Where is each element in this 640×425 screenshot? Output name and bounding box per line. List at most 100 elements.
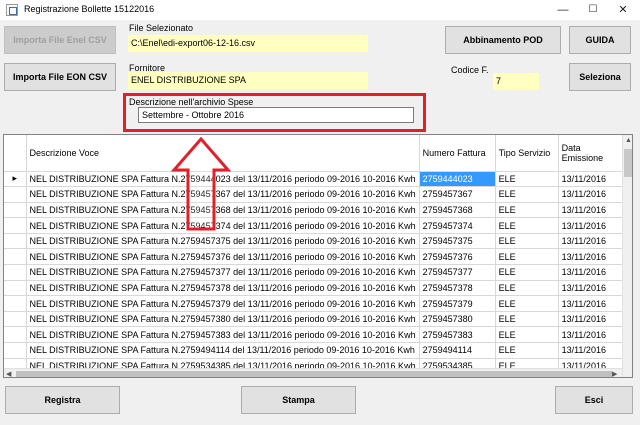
cell-data-emissione[interactable]: 13/11/2016	[558, 295, 625, 312]
cell-descrizione[interactable]: NEL DISTRIBUZIONE SPA Fattura N.27594440…	[26, 171, 420, 188]
cell-numero-fattura[interactable]: 2759457377	[419, 264, 496, 281]
guida-button[interactable]: GUIDA	[569, 26, 631, 54]
cell-tipo-servizio[interactable]: ELE	[495, 233, 559, 250]
row-header-cell[interactable]	[4, 311, 27, 328]
row-header-cell[interactable]	[4, 186, 27, 203]
table-row[interactable]: NEL DISTRIBUZIONE SPA Fattura N.27594573…	[4, 311, 625, 328]
row-header-cell[interactable]	[4, 248, 27, 266]
cell-descrizione[interactable]: NEL DISTRIBUZIONE SPA Fattura N.27594573…	[26, 295, 420, 312]
table-row[interactable]: NEL DISTRIBUZIONE SPA Fattura N.27594573…	[4, 217, 625, 234]
cell-tipo-servizio[interactable]: ELE	[495, 202, 559, 219]
import-enel-csv-button[interactable]: Importa File Enel CSV	[4, 26, 116, 54]
seleziona-button[interactable]: Seleziona	[569, 63, 631, 91]
cell-descrizione[interactable]: NEL DISTRIBUZIONE SPA Fattura N.27594573…	[26, 186, 420, 203]
table-row[interactable]: ▸ NEL DISTRIBUZIONE SPA Fattura N.2759444…	[4, 171, 625, 188]
abbinamento-pod-button[interactable]: Abbinamento POD	[445, 26, 561, 54]
table-row[interactable]: NEL DISTRIBUZIONE SPA Fattura N.27594573…	[4, 248, 625, 266]
cell-numero-fattura[interactable]: 2759457367	[419, 186, 496, 203]
maximize-button[interactable]: ☐	[578, 0, 608, 20]
cell-data-emissione[interactable]: 13/11/2016	[558, 264, 625, 281]
cell-data-emissione[interactable]: 13/11/2016	[558, 311, 625, 328]
cell-numero-fattura[interactable]: 2759457368	[419, 202, 496, 219]
cell-tipo-servizio[interactable]: ELE	[495, 186, 559, 203]
close-button[interactable]: ✕	[608, 0, 638, 20]
cell-data-emissione[interactable]: 13/11/2016	[558, 233, 625, 250]
cell-descrizione[interactable]: NEL DISTRIBUZIONE SPA Fattura N.27594573…	[26, 326, 420, 344]
codice-label: Codice F.	[451, 65, 489, 75]
row-header-cell[interactable]	[4, 342, 27, 359]
cell-descrizione[interactable]: NEL DISTRIBUZIONE SPA Fattura N.27594573…	[26, 233, 420, 250]
cell-numero-fattura[interactable]: 2759457375	[419, 233, 496, 250]
table-row[interactable]: NEL DISTRIBUZIONE SPA Fattura N.27594573…	[4, 202, 625, 219]
minimize-button[interactable]: —	[548, 0, 578, 20]
row-header-cell[interactable]	[4, 217, 27, 234]
vertical-scroll-thumb[interactable]	[624, 149, 632, 177]
cell-numero-fattura[interactable]: 2759457380	[419, 311, 496, 328]
cell-numero-fattura[interactable]: 2759457383	[419, 326, 496, 344]
column-header-data-emissione[interactable]: Data Emissione	[558, 135, 625, 172]
cell-descrizione[interactable]: NEL DISTRIBUZIONE SPA Fattura N.27594573…	[26, 311, 420, 328]
row-header-cell[interactable]	[4, 202, 27, 219]
cell-descrizione[interactable]: NEL DISTRIBUZIONE SPA Fattura N.27594941…	[26, 342, 420, 359]
table-row[interactable]: NEL DISTRIBUZIONE SPA Fattura N.27594573…	[4, 280, 625, 297]
import-eon-csv-button[interactable]: Importa File EON CSV	[4, 63, 116, 91]
cell-data-emissione[interactable]: 13/11/2016	[558, 186, 625, 203]
cell-data-emissione[interactable]: 13/11/2016	[558, 171, 625, 188]
cell-numero-fattura[interactable]: 2759457374	[419, 217, 496, 234]
cell-tipo-servizio[interactable]: ELE	[495, 311, 559, 328]
cell-tipo-servizio[interactable]: ELE	[495, 217, 559, 234]
cell-descrizione[interactable]: NEL DISTRIBUZIONE SPA Fattura N.27594573…	[26, 202, 420, 219]
table-row[interactable]: NEL DISTRIBUZIONE SPA Fattura N.27594573…	[4, 295, 625, 312]
cell-tipo-servizio[interactable]: ELE	[495, 326, 559, 344]
cell-descrizione[interactable]: NEL DISTRIBUZIONE SPA Fattura N.27594573…	[26, 264, 420, 281]
cell-numero-fattura[interactable]: 2759444023	[419, 171, 496, 188]
cell-data-emissione[interactable]: 13/11/2016	[558, 202, 625, 219]
cell-numero-fattura[interactable]: 2759457376	[419, 248, 496, 266]
scroll-up-icon[interactable]: ▲	[625, 137, 632, 144]
cell-tipo-servizio[interactable]: ELE	[495, 280, 559, 297]
cell-descrizione[interactable]: NEL DISTRIBUZIONE SPA Fattura N.27594573…	[26, 248, 420, 266]
cell-data-emissione[interactable]: 13/11/2016	[558, 280, 625, 297]
table-row[interactable]: NEL DISTRIBUZIONE SPA Fattura N.27594573…	[4, 264, 625, 281]
column-header-tipo-servizio[interactable]: Tipo Servizio	[495, 135, 559, 172]
bollette-grid[interactable]: Descrizione Voce Numero Fattura Tipo Ser…	[3, 134, 633, 378]
cell-data-emissione[interactable]: 13/11/2016	[558, 248, 625, 266]
row-header-cell[interactable]: ▸	[4, 171, 27, 188]
cell-tipo-servizio[interactable]: ELE	[495, 248, 559, 266]
horizontal-scroll-thumb[interactable]	[16, 371, 612, 377]
cell-tipo-servizio[interactable]: ELE	[495, 342, 559, 359]
fornitore-field: ENEL DISTRIBUZIONE SPA	[128, 72, 368, 89]
window-title: Registrazione Bollette 15122016	[24, 4, 155, 14]
cell-numero-fattura[interactable]: 2759494114	[419, 342, 496, 359]
row-header-cell[interactable]	[4, 295, 27, 312]
cell-numero-fattura[interactable]: 2759457379	[419, 295, 496, 312]
cell-data-emissione[interactable]: 13/11/2016	[558, 217, 625, 234]
stampa-button[interactable]: Stampa	[241, 386, 356, 414]
scroll-left-icon[interactable]: ◀	[6, 370, 11, 377]
cell-descrizione[interactable]: NEL DISTRIBUZIONE SPA Fattura N.27594573…	[26, 280, 420, 297]
cell-tipo-servizio[interactable]: ELE	[495, 171, 559, 188]
table-row[interactable]: NEL DISTRIBUZIONE SPA Fattura N.27594941…	[4, 342, 625, 359]
registra-button[interactable]: Registra	[5, 386, 120, 414]
cell-tipo-servizio[interactable]: ELE	[495, 295, 559, 312]
table-row[interactable]: NEL DISTRIBUZIONE SPA Fattura N.27594573…	[4, 326, 625, 344]
esci-button[interactable]: Esci	[555, 386, 633, 414]
column-header-numero-fattura[interactable]: Numero Fattura	[419, 135, 496, 172]
row-header-cell[interactable]	[4, 264, 27, 281]
vertical-scrollbar[interactable]: ▲	[622, 135, 632, 377]
column-header-descrizione[interactable]: Descrizione Voce	[26, 135, 420, 172]
cell-descrizione[interactable]: NEL DISTRIBUZIONE SPA Fattura N.27594573…	[26, 217, 420, 234]
cell-numero-fattura[interactable]: 2759457378	[419, 280, 496, 297]
table-row[interactable]: NEL DISTRIBUZIONE SPA Fattura N.27594573…	[4, 186, 625, 203]
cell-data-emissione[interactable]: 13/11/2016	[558, 342, 625, 359]
scroll-right-icon[interactable]: ▶	[612, 370, 617, 377]
row-header-cell[interactable]	[4, 326, 27, 344]
bollette-table: Descrizione Voce Numero Fattura Tipo Ser…	[4, 135, 625, 375]
cell-tipo-servizio[interactable]: ELE	[495, 264, 559, 281]
file-path-field: C:\Enel\edi-export06-12-16.csv	[128, 35, 368, 52]
row-header-cell[interactable]	[4, 233, 27, 250]
table-row[interactable]: NEL DISTRIBUZIONE SPA Fattura N.27594573…	[4, 233, 625, 250]
cell-data-emissione[interactable]: 13/11/2016	[558, 326, 625, 344]
row-header-cell[interactable]	[4, 280, 27, 297]
horizontal-scrollbar[interactable]: ◀ ▶	[4, 368, 622, 377]
